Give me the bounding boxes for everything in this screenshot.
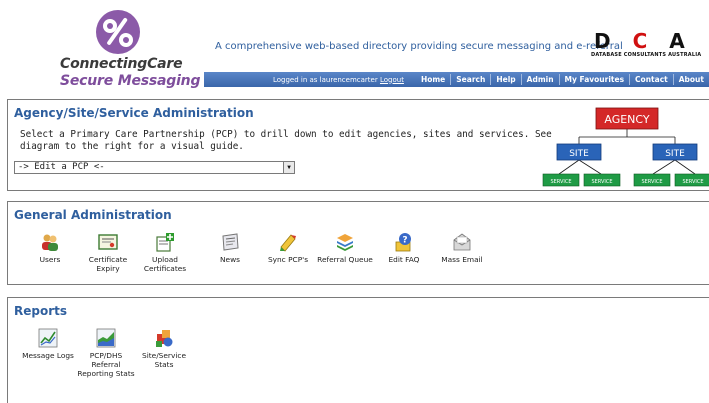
chevron-down-icon[interactable]: ▼ — [283, 162, 294, 173]
agency-panel-description: Select a Primary Care Partnership (PCP) … — [20, 129, 552, 152]
svg-text:SERVICE: SERVICE — [682, 179, 703, 185]
svg-text:AGENCY: AGENCY — [604, 113, 650, 126]
svg-text:SERVICE: SERVICE — [641, 179, 662, 185]
brand-subtitle: Secure Messaging — [60, 73, 201, 89]
nav-admin[interactable]: Admin — [520, 74, 559, 85]
login-status: Logged in as laurencemcarter Logout — [273, 76, 404, 84]
reports-panel: Reports Message Logs PCP/DHS Referral Re… — [7, 297, 709, 403]
message-logs-label: Message Logs — [22, 351, 74, 360]
message-logs-button[interactable]: Message Logs — [18, 328, 78, 360]
stats-icon — [156, 330, 173, 347]
service-node: SERVICE — [542, 173, 580, 187]
users-button[interactable]: Users — [20, 232, 80, 264]
svg-text:SERVICE: SERVICE — [591, 179, 612, 185]
news-icon — [222, 233, 239, 251]
dca-subtitle: DATABASE CONSULTANTS AUSTRALIA — [591, 52, 702, 58]
page-header: ConnectingCare Secure Messaging A compre… — [0, 0, 709, 92]
nav-search[interactable]: Search — [450, 74, 490, 85]
site-tagline: A comprehensive web-based directory prov… — [215, 41, 623, 52]
pcp-select-value: -> Edit a PCP <- — [18, 162, 105, 172]
mass-email-button[interactable]: Mass Email — [432, 232, 492, 264]
dca-letter-d: D — [594, 30, 611, 53]
general-admin-panel: General Administration Users Certificate… — [7, 201, 709, 285]
news-label: News — [220, 255, 240, 264]
svg-text:SERVICE: SERVICE — [550, 179, 571, 185]
site-node: SITE — [652, 143, 698, 161]
faq-icon: ? — [395, 233, 411, 252]
svg-text:SITE: SITE — [665, 149, 685, 159]
brand-name: ConnectingCare — [60, 56, 183, 72]
login-status-text: Logged in as laurencemcarter — [272, 75, 378, 84]
sync-pcps-label: Sync PCP's — [267, 255, 309, 264]
referral-queue-label: Referral Queue — [317, 255, 373, 264]
mail-icon — [453, 233, 471, 251]
dca-letter-c: C — [632, 30, 648, 53]
mass-email-label: Mass Email — [441, 255, 483, 264]
certificate-icon — [98, 234, 118, 250]
agency-panel-title: Agency/Site/Service Administration — [14, 106, 254, 120]
top-navbar: Logged in as laurencemcarter Logout Home… — [204, 72, 709, 87]
nav-home[interactable]: Home — [416, 74, 450, 85]
edit-faq-button[interactable]: ? Edit FAQ — [374, 232, 434, 264]
chart-line-icon — [38, 328, 58, 348]
service-node: SERVICE — [583, 173, 621, 187]
upload-certificates-label: Upload Certificates — [143, 255, 187, 273]
svg-text:?: ? — [402, 236, 407, 246]
hierarchy-diagram: AGENCY SITE SITE SERVICE SERVICE SERVICE… — [542, 107, 709, 187]
nav-help[interactable]: Help — [490, 74, 520, 85]
nav-about[interactable]: About — [672, 74, 709, 85]
users-icon — [42, 234, 58, 251]
edit-faq-label: Edit FAQ — [388, 255, 420, 264]
agency-node: AGENCY — [595, 107, 659, 130]
referral-reporting-stats-button[interactable]: PCP/DHS Referral Reporting Stats — [76, 328, 136, 378]
connectingcare-logo-icon — [96, 10, 140, 54]
dca-logo: D C A DATABASE CONSULTANTS AUSTRALIA — [589, 30, 709, 62]
certificate-expiry-button[interactable]: Certificate Expiry — [78, 232, 138, 273]
svg-text:SITE: SITE — [569, 149, 589, 159]
referral-queue-button[interactable]: Referral Queue — [315, 232, 375, 264]
logout-link[interactable]: Logout — [380, 76, 404, 84]
service-node: SERVICE — [633, 173, 671, 187]
service-node: SERVICE — [674, 173, 709, 187]
general-panel-title: General Administration — [14, 208, 172, 222]
dca-letter-a: A — [669, 30, 685, 53]
site-service-stats-button[interactable]: Site/Service Stats — [134, 328, 194, 369]
reports-panel-title: Reports — [14, 304, 68, 318]
chart-area-icon — [96, 328, 116, 348]
sync-pcps-button[interactable]: Sync PCP's — [258, 232, 318, 264]
nav-my-favourites[interactable]: My Favourites — [558, 74, 630, 85]
pcp-select[interactable]: -> Edit a PCP <- ▼ — [14, 161, 295, 174]
news-button[interactable]: News — [200, 232, 260, 264]
nav-contact[interactable]: Contact — [629, 74, 673, 85]
users-label: Users — [39, 255, 61, 264]
upload-icon — [156, 233, 174, 252]
agency-admin-panel: Agency/Site/Service Administration Selec… — [7, 99, 709, 191]
sync-icon — [280, 234, 296, 252]
certificate-expiry-label: Certificate Expiry — [88, 255, 128, 273]
queue-icon — [337, 234, 353, 251]
site-node: SITE — [556, 143, 602, 161]
upload-certificates-button[interactable]: Upload Certificates — [135, 232, 195, 273]
site-service-stats-label: Site/Service Stats — [142, 351, 186, 369]
referral-reporting-stats-label: PCP/DHS Referral Reporting Stats — [77, 351, 135, 378]
